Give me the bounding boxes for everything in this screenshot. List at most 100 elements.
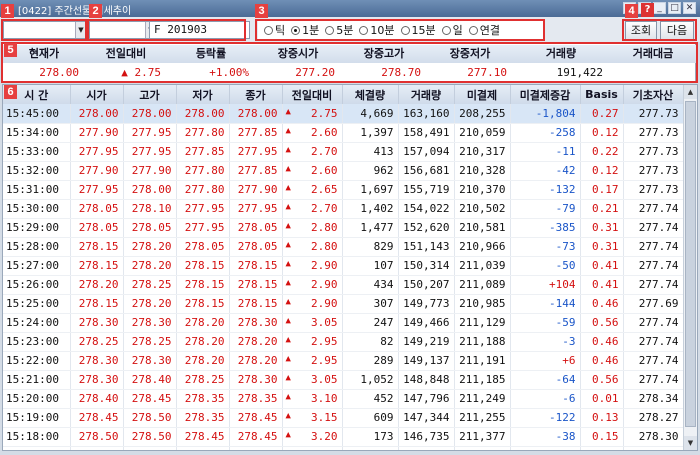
table-row[interactable]: 15:26:00 278.20 278.25 278.15 278.15 ▲ 2.90 434… — [3, 275, 684, 295]
table-row[interactable]: 15:32:00 277.90 277.90 277.80 277.85 ▲ 2.60 962… — [3, 161, 684, 181]
next-button[interactable]: 다음 — [660, 21, 694, 40]
minimize-icon[interactable]: _ — [653, 2, 666, 14]
cell-value: -59 — [555, 316, 576, 329]
table-row[interactable]: 15:21:00 278.30 278.40 278.25 278.30 ▲ 3.05 1,0… — [3, 370, 684, 390]
column-header[interactable]: 시가 — [70, 85, 124, 104]
table-row[interactable]: 15:19:00 278.45 278.50 278.35 278.45 ▲ 3.15 609… — [3, 408, 684, 428]
column-header[interactable]: Basis — [580, 85, 624, 104]
column-header[interactable]: 미결제 — [454, 85, 511, 104]
radio-dot-icon[interactable] — [441, 25, 451, 35]
table-row[interactable]: 15:28:00 278.15 278.20 278.05 278.05 ▲ 2.80 829… — [3, 237, 684, 257]
radio-option[interactable]: 15분 — [400, 22, 436, 38]
table-row[interactable]: 15:31:00 277.95 278.00 277.80 277.90 ▲ 2.65 1,6… — [3, 180, 684, 200]
table-cell: 278.15 — [70, 256, 124, 276]
table-row[interactable]: 15:20:00 278.40 278.45 278.35 278.35 ▲ 3.10 452… — [3, 389, 684, 409]
table-cell: 278.30 — [70, 351, 124, 371]
cell-value: 829 — [373, 240, 394, 253]
up-triangle-icon: ▲ — [285, 183, 291, 193]
cell-value: 0.41 — [592, 278, 619, 291]
up-triangle-icon: ▲ — [285, 430, 291, 440]
radio-dot-icon[interactable] — [325, 25, 335, 35]
cell-value: 15:30:00 — [6, 202, 59, 215]
radio-option[interactable]: 10분 — [359, 22, 395, 38]
table-cell: 413 — [342, 142, 399, 162]
column-header[interactable]: 미결제증감 — [510, 85, 581, 104]
cell-value: 277.80 — [184, 183, 225, 196]
radio-dot-icon[interactable] — [359, 25, 369, 35]
cell-value: 278.10 — [131, 202, 172, 215]
table-cell: -59 — [510, 313, 581, 333]
table-cell: ▲ 2.90 — [282, 256, 343, 276]
table-row[interactable]: 15:29:00 278.05 278.05 277.95 278.05 ▲ 2.80 1,4… — [3, 218, 684, 238]
radio-dot-icon[interactable] — [400, 25, 410, 35]
cell-value: 211,185 — [459, 373, 506, 386]
table-row[interactable]: 15:34:00 277.90 277.95 277.80 277.85 ▲ 2.60 1,3… — [3, 123, 684, 143]
table-cell: 277.74 — [623, 332, 684, 352]
table-cell: 277.80 — [176, 123, 230, 143]
cell-value: 15:19:00 — [6, 411, 59, 424]
scroll-thumb[interactable] — [685, 101, 696, 427]
contract-select[interactable]: ▼ — [89, 21, 157, 39]
cell-value: 0.21 — [592, 202, 619, 215]
radio-option[interactable]: 1분 — [291, 22, 319, 38]
table-row[interactable]: 15:25:00 278.15 278.20 278.15 278.15 ▲ 2.90 307… — [3, 294, 684, 314]
query-button[interactable]: 조회 — [625, 21, 657, 40]
radio-option[interactable]: 연결 — [468, 22, 500, 38]
radio-dot-icon[interactable] — [291, 25, 301, 35]
summary-header-cell: 거래대금 — [632, 47, 674, 60]
market-select[interactable]: ▼ — [3, 21, 87, 39]
cell-value: 210,317 — [459, 145, 506, 158]
cell-value: 15:22:00 — [6, 354, 59, 367]
column-header[interactable]: 저가 — [176, 85, 230, 104]
column-header[interactable]: 거래량 — [398, 85, 455, 104]
table-cell: 211,185 — [454, 370, 511, 390]
table-cell: 278.30 — [229, 313, 283, 333]
table-cell: 1,052 — [342, 370, 399, 390]
radio-option[interactable]: 틱 — [264, 22, 285, 38]
cell-value: 0.22 — [592, 145, 619, 158]
table-row[interactable]: 15:33:00 277.95 277.95 277.85 277.95 ▲ 2.70 413… — [3, 142, 684, 162]
table-row[interactable]: 15:30:00 278.05 278.10 277.95 277.95 ▲ 2.70 1,4… — [3, 199, 684, 219]
table-cell: 278.34 — [623, 389, 684, 409]
table-row[interactable]: 15:45:00 278.00 278.00 278.00 278.00 ▲ 2.75 4,6… — [3, 104, 684, 124]
column-header[interactable]: 종가 — [229, 85, 283, 104]
table-row[interactable]: 15:22:00 278.30 278.30 278.20 278.20 ▲ 2.95 289… — [3, 351, 684, 371]
cell-value: 0.41 — [592, 259, 619, 272]
cell-value: 107 — [373, 259, 394, 272]
table-row[interactable]: 15:27:00 278.15 278.20 278.15 278.15 ▲ 2.90 107… — [3, 256, 684, 276]
table-cell: 277.74 — [623, 199, 684, 219]
scroll-down-icon[interactable]: ▼ — [684, 436, 697, 450]
help-button[interactable]: ? — [641, 3, 654, 17]
radio-option[interactable]: 5분 — [325, 22, 353, 38]
maximize-icon[interactable]: □ — [668, 2, 681, 14]
table-row[interactable]: 15:23:00 278.25 278.25 278.20 278.20 ▲ 2.95 82 1… — [3, 332, 684, 352]
vertical-scrollbar[interactable]: ▲ ▼ — [683, 85, 697, 450]
radio-option[interactable]: 일 — [441, 22, 463, 38]
column-header[interactable]: 전일대비 — [282, 85, 343, 104]
table-row[interactable]: 15:18:00 278.50 278.50 278.45 278.45 ▲ 3.20 173… — [3, 427, 684, 447]
column-header[interactable]: 체결량 — [342, 85, 399, 104]
table-cell: 277.74 — [623, 218, 684, 238]
cell-value: 150,207 — [403, 278, 450, 291]
table-row[interactable]: 15:24:00 278.30 278.30 278.20 278.30 ▲ 3.05 247… — [3, 313, 684, 333]
cell-value: 150,314 — [403, 259, 450, 272]
cell-value: 163,160 — [403, 106, 450, 120]
table-cell: ▲ 2.90 — [282, 275, 343, 295]
table-cell: -1,804 — [510, 104, 581, 124]
column-header[interactable]: 기초자산 — [623, 85, 684, 104]
table-cell: 278.05 — [70, 218, 124, 238]
radio-dot-icon[interactable] — [468, 25, 478, 35]
table-cell: 210,502 — [454, 199, 511, 219]
chevron-down-icon[interactable]: ▼ — [75, 22, 86, 38]
scroll-up-icon[interactable]: ▲ — [684, 85, 697, 99]
radio-dot-icon[interactable] — [264, 25, 273, 35]
table-cell: 0.17 — [580, 180, 624, 200]
table-cell: -144 — [510, 294, 581, 314]
cell-value: 211,415 — [459, 449, 505, 450]
table-cell: 0.46 — [580, 332, 624, 352]
close-icon[interactable]: ✕ — [683, 2, 696, 14]
table-row[interactable]: 15:17:00 278.45 278.50 278.45 278.50 ▲ 3.25 119… — [3, 446, 684, 450]
table-cell: 277.73 — [623, 123, 684, 143]
column-header[interactable]: 고가 — [123, 85, 177, 104]
code-input[interactable]: F 201903 — [149, 21, 250, 39]
